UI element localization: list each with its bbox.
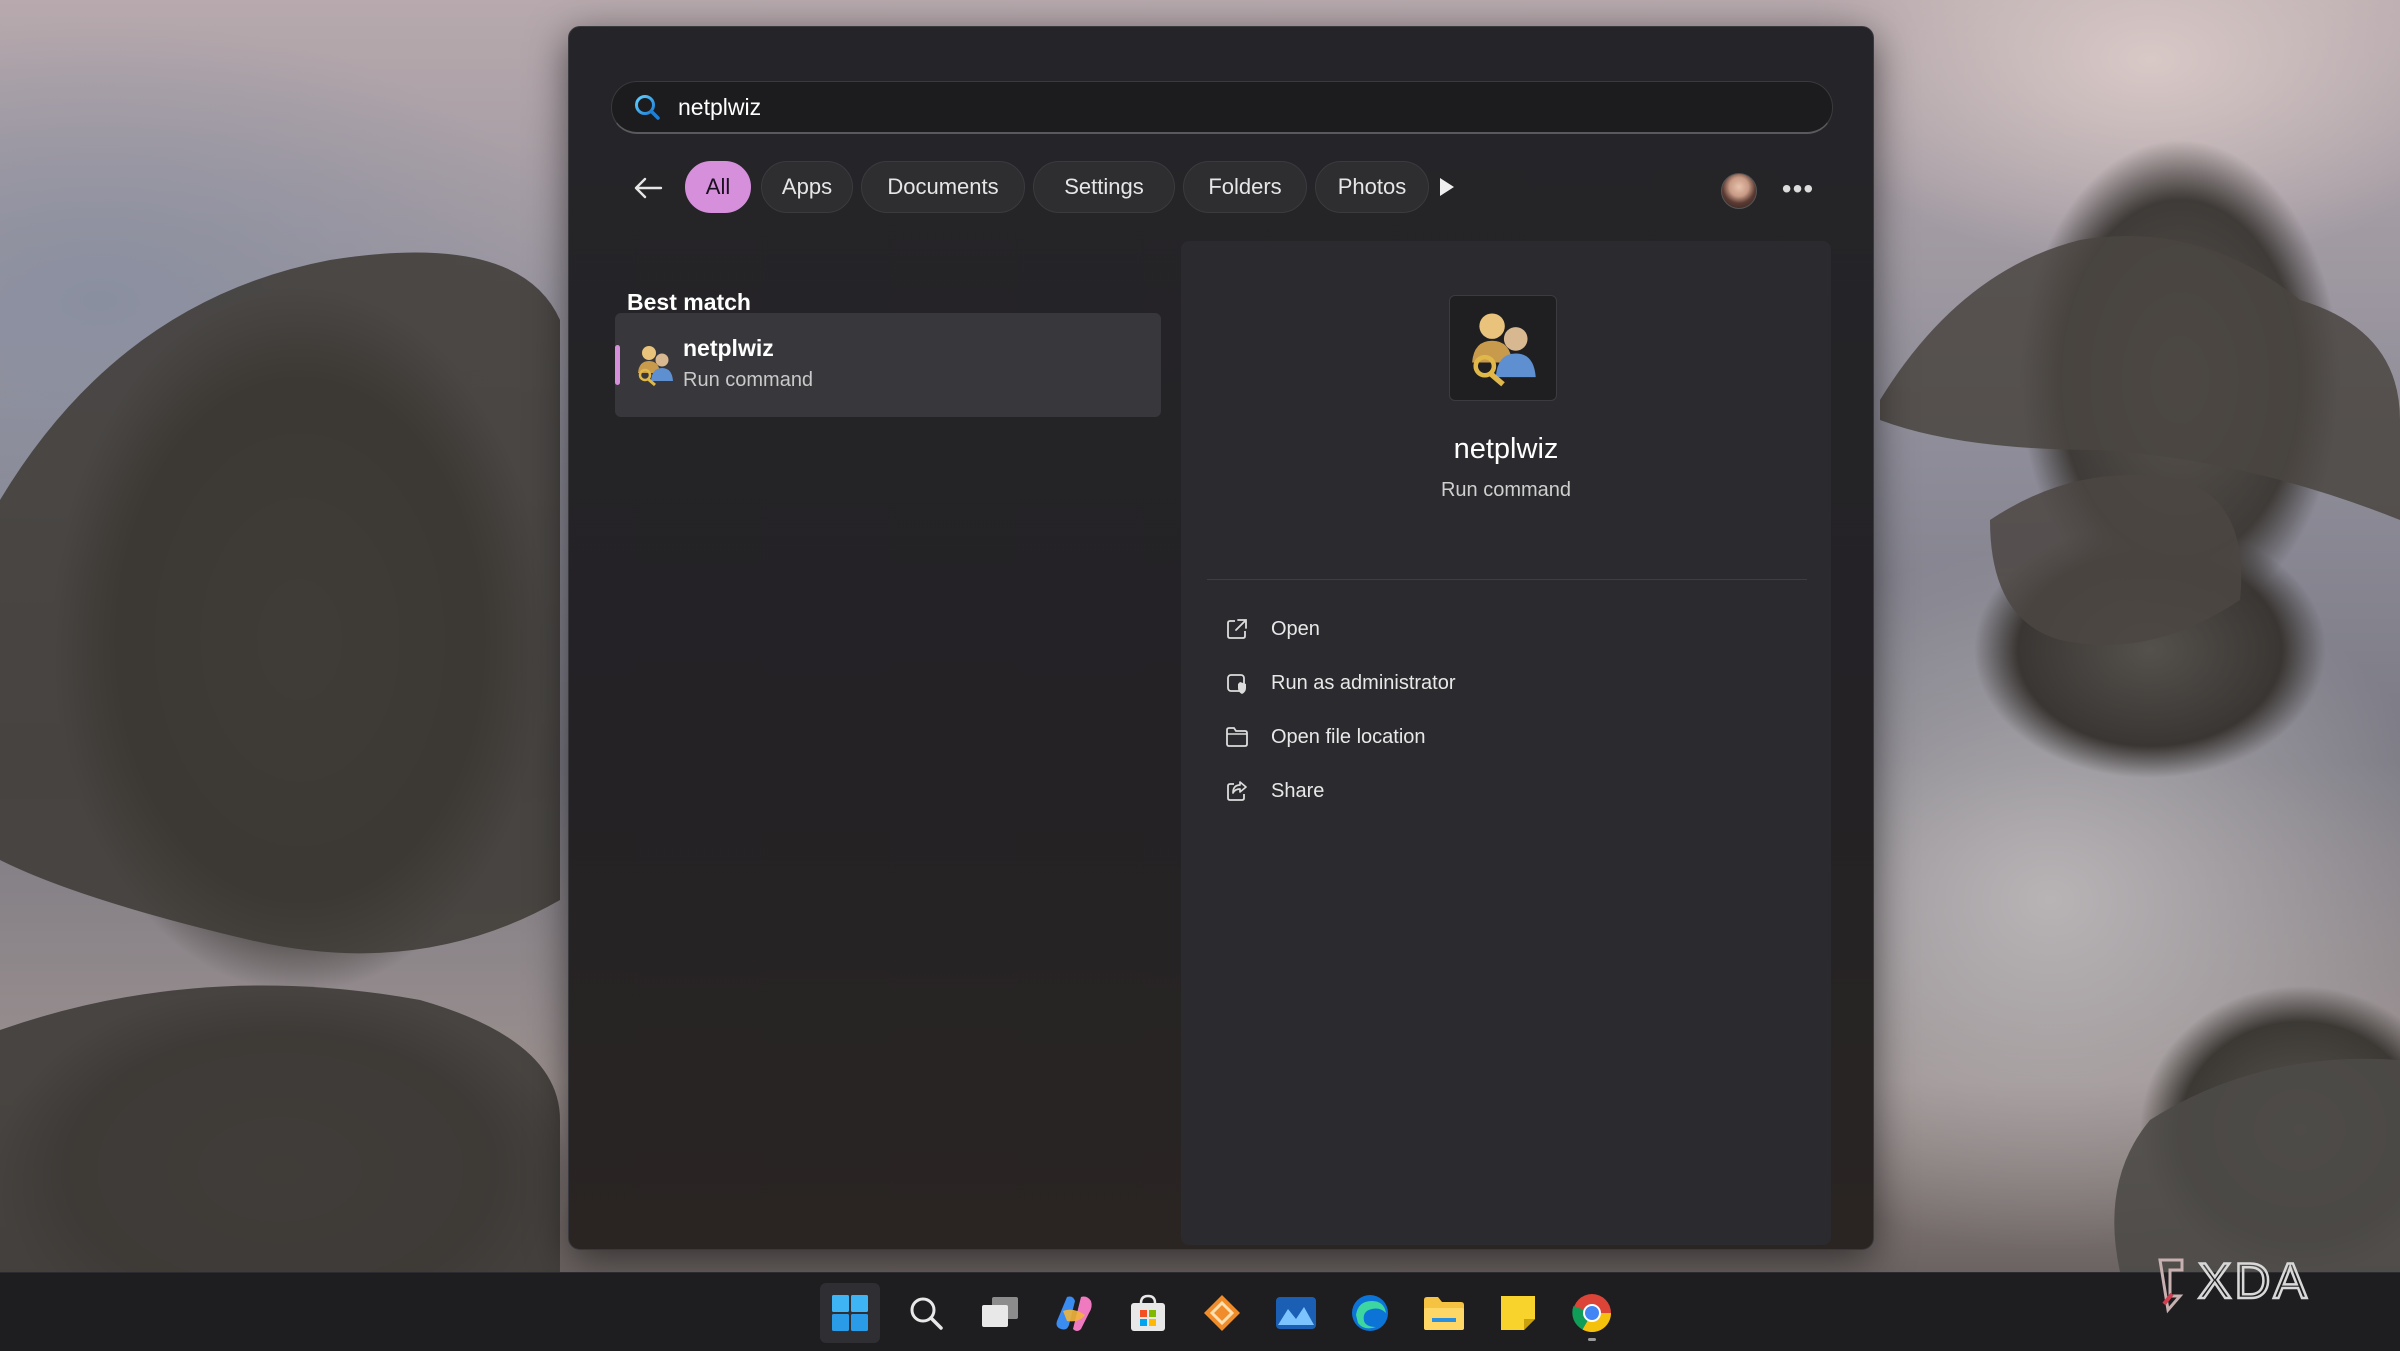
more-options-icon[interactable]: ••• [1781, 169, 1815, 209]
search-input[interactable] [676, 92, 1780, 122]
action-label: Open file location [1271, 725, 1426, 748]
edge-icon [1352, 1295, 1388, 1331]
users-icon [1472, 313, 1536, 387]
filter-settings[interactable]: Settings [1033, 161, 1175, 213]
edge-button[interactable] [1340, 1283, 1400, 1343]
start-search-panel: All Apps Documents Settings Folders Phot… [568, 26, 1874, 1250]
user-avatar[interactable] [1721, 173, 1757, 209]
app-diamond-icon [1204, 1295, 1240, 1331]
app-diamond-button[interactable] [1192, 1283, 1252, 1343]
back-arrow-icon[interactable] [631, 173, 665, 203]
filter-folders[interactable]: Folders [1183, 161, 1307, 213]
task-view-icon [982, 1297, 1018, 1327]
detail-pane: netplwiz Run command Open Run as adminis… [1181, 241, 1831, 1245]
divider [1207, 579, 1807, 580]
detail-app-type: Run command [1440, 479, 1572, 501]
chrome-icon [1572, 1294, 1611, 1333]
search-icon [632, 92, 662, 122]
action-share[interactable]: Share [1223, 769, 1783, 813]
share-icon [1223, 777, 1251, 805]
sticky-notes-button[interactable] [1488, 1283, 1548, 1343]
result-type: Run command [683, 369, 814, 391]
xda-watermark: XDA [2154, 1248, 2384, 1318]
action-open[interactable]: Open [1223, 607, 1783, 651]
task-view-button[interactable] [970, 1283, 1030, 1343]
more-filters-arrow-icon[interactable] [1433, 173, 1461, 201]
app-icon [1449, 295, 1557, 401]
search-box[interactable] [611, 81, 1833, 134]
photos-icon [1276, 1297, 1316, 1329]
copilot-icon [1056, 1296, 1092, 1331]
best-match-result[interactable]: netplwiz Run command [615, 313, 1161, 417]
chrome-button[interactable] [1562, 1283, 1622, 1343]
action-run-as-administrator[interactable]: Run as administrator [1223, 661, 1783, 705]
microsoft-store-button[interactable] [1118, 1283, 1178, 1343]
microsoft-store-icon [1131, 1294, 1165, 1331]
filter-apps[interactable]: Apps [761, 161, 853, 213]
action-label: Run as administrator [1271, 671, 1456, 694]
action-label: Share [1271, 779, 1325, 802]
copilot-button[interactable] [1044, 1283, 1104, 1343]
taskbar [0, 1272, 2400, 1351]
action-label: Open [1271, 617, 1320, 640]
file-explorer-icon [1424, 1297, 1464, 1330]
folder-icon [1223, 723, 1251, 751]
open-external-icon [1223, 615, 1251, 643]
photos-button[interactable] [1266, 1283, 1326, 1343]
action-open-file-location[interactable]: Open file location [1223, 715, 1783, 759]
file-explorer-button[interactable] [1414, 1283, 1474, 1343]
filter-photos[interactable]: Photos [1315, 161, 1429, 213]
filter-documents[interactable]: Documents [861, 161, 1025, 213]
detail-app-name: netplwiz [1453, 433, 1559, 465]
start-icon [832, 1295, 868, 1331]
start-button[interactable] [820, 1283, 880, 1343]
users-icon [635, 343, 675, 387]
shield-admin-icon [1223, 669, 1251, 697]
filter-all[interactable]: All [685, 161, 751, 213]
svg-text:XDA: XDA [2198, 1253, 2310, 1309]
running-indicator [1588, 1338, 1596, 1341]
search-icon [910, 1297, 943, 1330]
best-match-heading: Best match [627, 289, 751, 315]
result-name: netplwiz [683, 335, 774, 361]
taskbar-search-button[interactable] [896, 1283, 956, 1343]
sticky-notes-icon [1501, 1296, 1535, 1330]
selection-indicator [615, 345, 620, 385]
filter-row: All Apps Documents Settings Folders Phot… [569, 161, 1873, 215]
